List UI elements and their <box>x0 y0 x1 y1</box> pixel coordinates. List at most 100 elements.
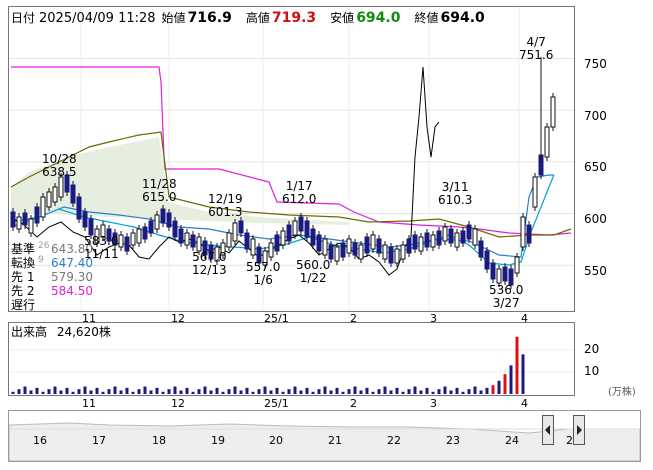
price-chart-panel[interactable] <box>8 6 575 312</box>
volume-bar <box>191 391 195 394</box>
high-label: 高値 <box>245 11 270 25</box>
annotation-low-0106: 557.0 1/6 <box>246 261 280 287</box>
volume-bar <box>299 390 303 394</box>
annotation-high-1128: 11/28 615.0 <box>142 178 177 204</box>
candle-body <box>118 234 124 248</box>
annotation-date: 1/6 <box>253 273 273 287</box>
annotation-high-1219: 12/19 601.3 <box>208 193 243 219</box>
volume-bar <box>407 389 411 394</box>
open-value: 716.9 <box>187 10 232 26</box>
volume-bar <box>347 389 351 394</box>
volume-bar <box>53 386 57 394</box>
volume-bar <box>281 391 285 394</box>
candle-body <box>550 96 556 128</box>
volume-bar <box>41 391 45 394</box>
volume-bar <box>323 386 327 394</box>
candle-body <box>160 208 166 224</box>
volume-bar <box>221 391 225 394</box>
candle-body <box>442 226 448 242</box>
volume-value: 24,620株 <box>56 325 111 339</box>
volume-bar <box>449 390 453 394</box>
candle-body <box>10 211 16 228</box>
candle-body <box>520 216 526 248</box>
annotation-low-0122: 560.0 1/22 <box>296 259 330 285</box>
volume-bar <box>113 386 117 394</box>
candle-body <box>460 230 466 244</box>
date-label: 日付 <box>11 11 36 25</box>
candle-body <box>172 220 178 238</box>
volume-bar <box>293 386 297 394</box>
vol-date-tick: 12 <box>171 397 185 410</box>
candle-body <box>52 186 58 203</box>
candle-body <box>88 218 94 236</box>
volume-bar <box>473 386 477 394</box>
timeline-tick: 2 <box>566 434 573 447</box>
candle-body <box>28 218 34 234</box>
close-label: 終値 <box>414 11 439 25</box>
candle-body <box>418 236 424 252</box>
candle-body <box>340 242 346 258</box>
candle-body <box>238 220 244 234</box>
volume-bar <box>443 386 447 394</box>
candle-body <box>196 236 202 252</box>
candle-body <box>166 212 172 228</box>
candle-body <box>46 191 52 208</box>
scroll-left-button[interactable] <box>542 415 554 445</box>
candle-body <box>376 238 382 254</box>
candle-body <box>250 238 256 256</box>
annotation-price: 638.5 <box>42 165 77 179</box>
volume-axis-tick: 20 <box>584 342 600 356</box>
volume-bar <box>197 389 201 394</box>
volume-bar <box>371 391 375 394</box>
timeline-tick: 16 <box>33 434 47 447</box>
volume-bar <box>359 390 363 394</box>
volume-bar <box>497 380 501 394</box>
volume-bar <box>317 389 321 394</box>
candle-body <box>226 232 232 248</box>
vol-date-tick: 3 <box>430 397 437 410</box>
candle-body <box>142 226 148 240</box>
volume-bar <box>11 391 15 394</box>
scroll-right-button[interactable] <box>573 415 585 445</box>
volume-bar <box>89 390 93 394</box>
timeline-tick: 22 <box>387 434 401 447</box>
candle-body <box>358 244 364 260</box>
annotation-high-0311: 3/11 610.3 <box>438 181 472 207</box>
low-value: 694.0 <box>356 10 401 26</box>
candle-body <box>430 234 436 248</box>
candle-body <box>310 228 316 246</box>
price-axis-tick: 600 <box>584 212 607 226</box>
volume-bar <box>419 390 423 394</box>
volume-bar <box>461 391 465 394</box>
candle-body <box>124 236 130 252</box>
ohlc-header: 日付 2025/04/09 11:28 始値 716.9 高値 719.3 安値… <box>11 9 485 27</box>
candle-body <box>334 246 340 262</box>
arrow-right-icon <box>577 425 582 435</box>
candle-body <box>412 234 418 250</box>
volume-bar <box>23 386 27 394</box>
annotation-price: 615.0 <box>142 190 177 204</box>
timeline-tick: 18 <box>152 434 166 447</box>
annotation-high-0117: 1/17 612.0 <box>282 180 316 206</box>
price-axis-tick: 550 <box>584 264 607 278</box>
candle-body <box>370 234 376 250</box>
volume-bar <box>77 389 81 394</box>
volume-bar <box>395 387 399 394</box>
volume-bar <box>233 386 237 394</box>
volume-bar <box>149 390 153 394</box>
volume-bar <box>257 389 261 394</box>
volume-bar <box>509 365 513 394</box>
candle-body <box>40 196 46 218</box>
volume-bar <box>491 385 495 394</box>
volume-axis-tick: 10 <box>584 364 600 378</box>
volume-bar <box>29 390 33 394</box>
volume-bar <box>437 389 441 394</box>
candle-body <box>292 220 298 236</box>
candle-body <box>436 230 442 246</box>
timeline-tick: 19 <box>211 434 225 447</box>
candle-body <box>544 126 550 158</box>
candle-body <box>22 212 28 226</box>
candle-body <box>490 262 496 280</box>
volume-bar <box>173 386 177 394</box>
annotation-price: 612.0 <box>282 192 317 206</box>
